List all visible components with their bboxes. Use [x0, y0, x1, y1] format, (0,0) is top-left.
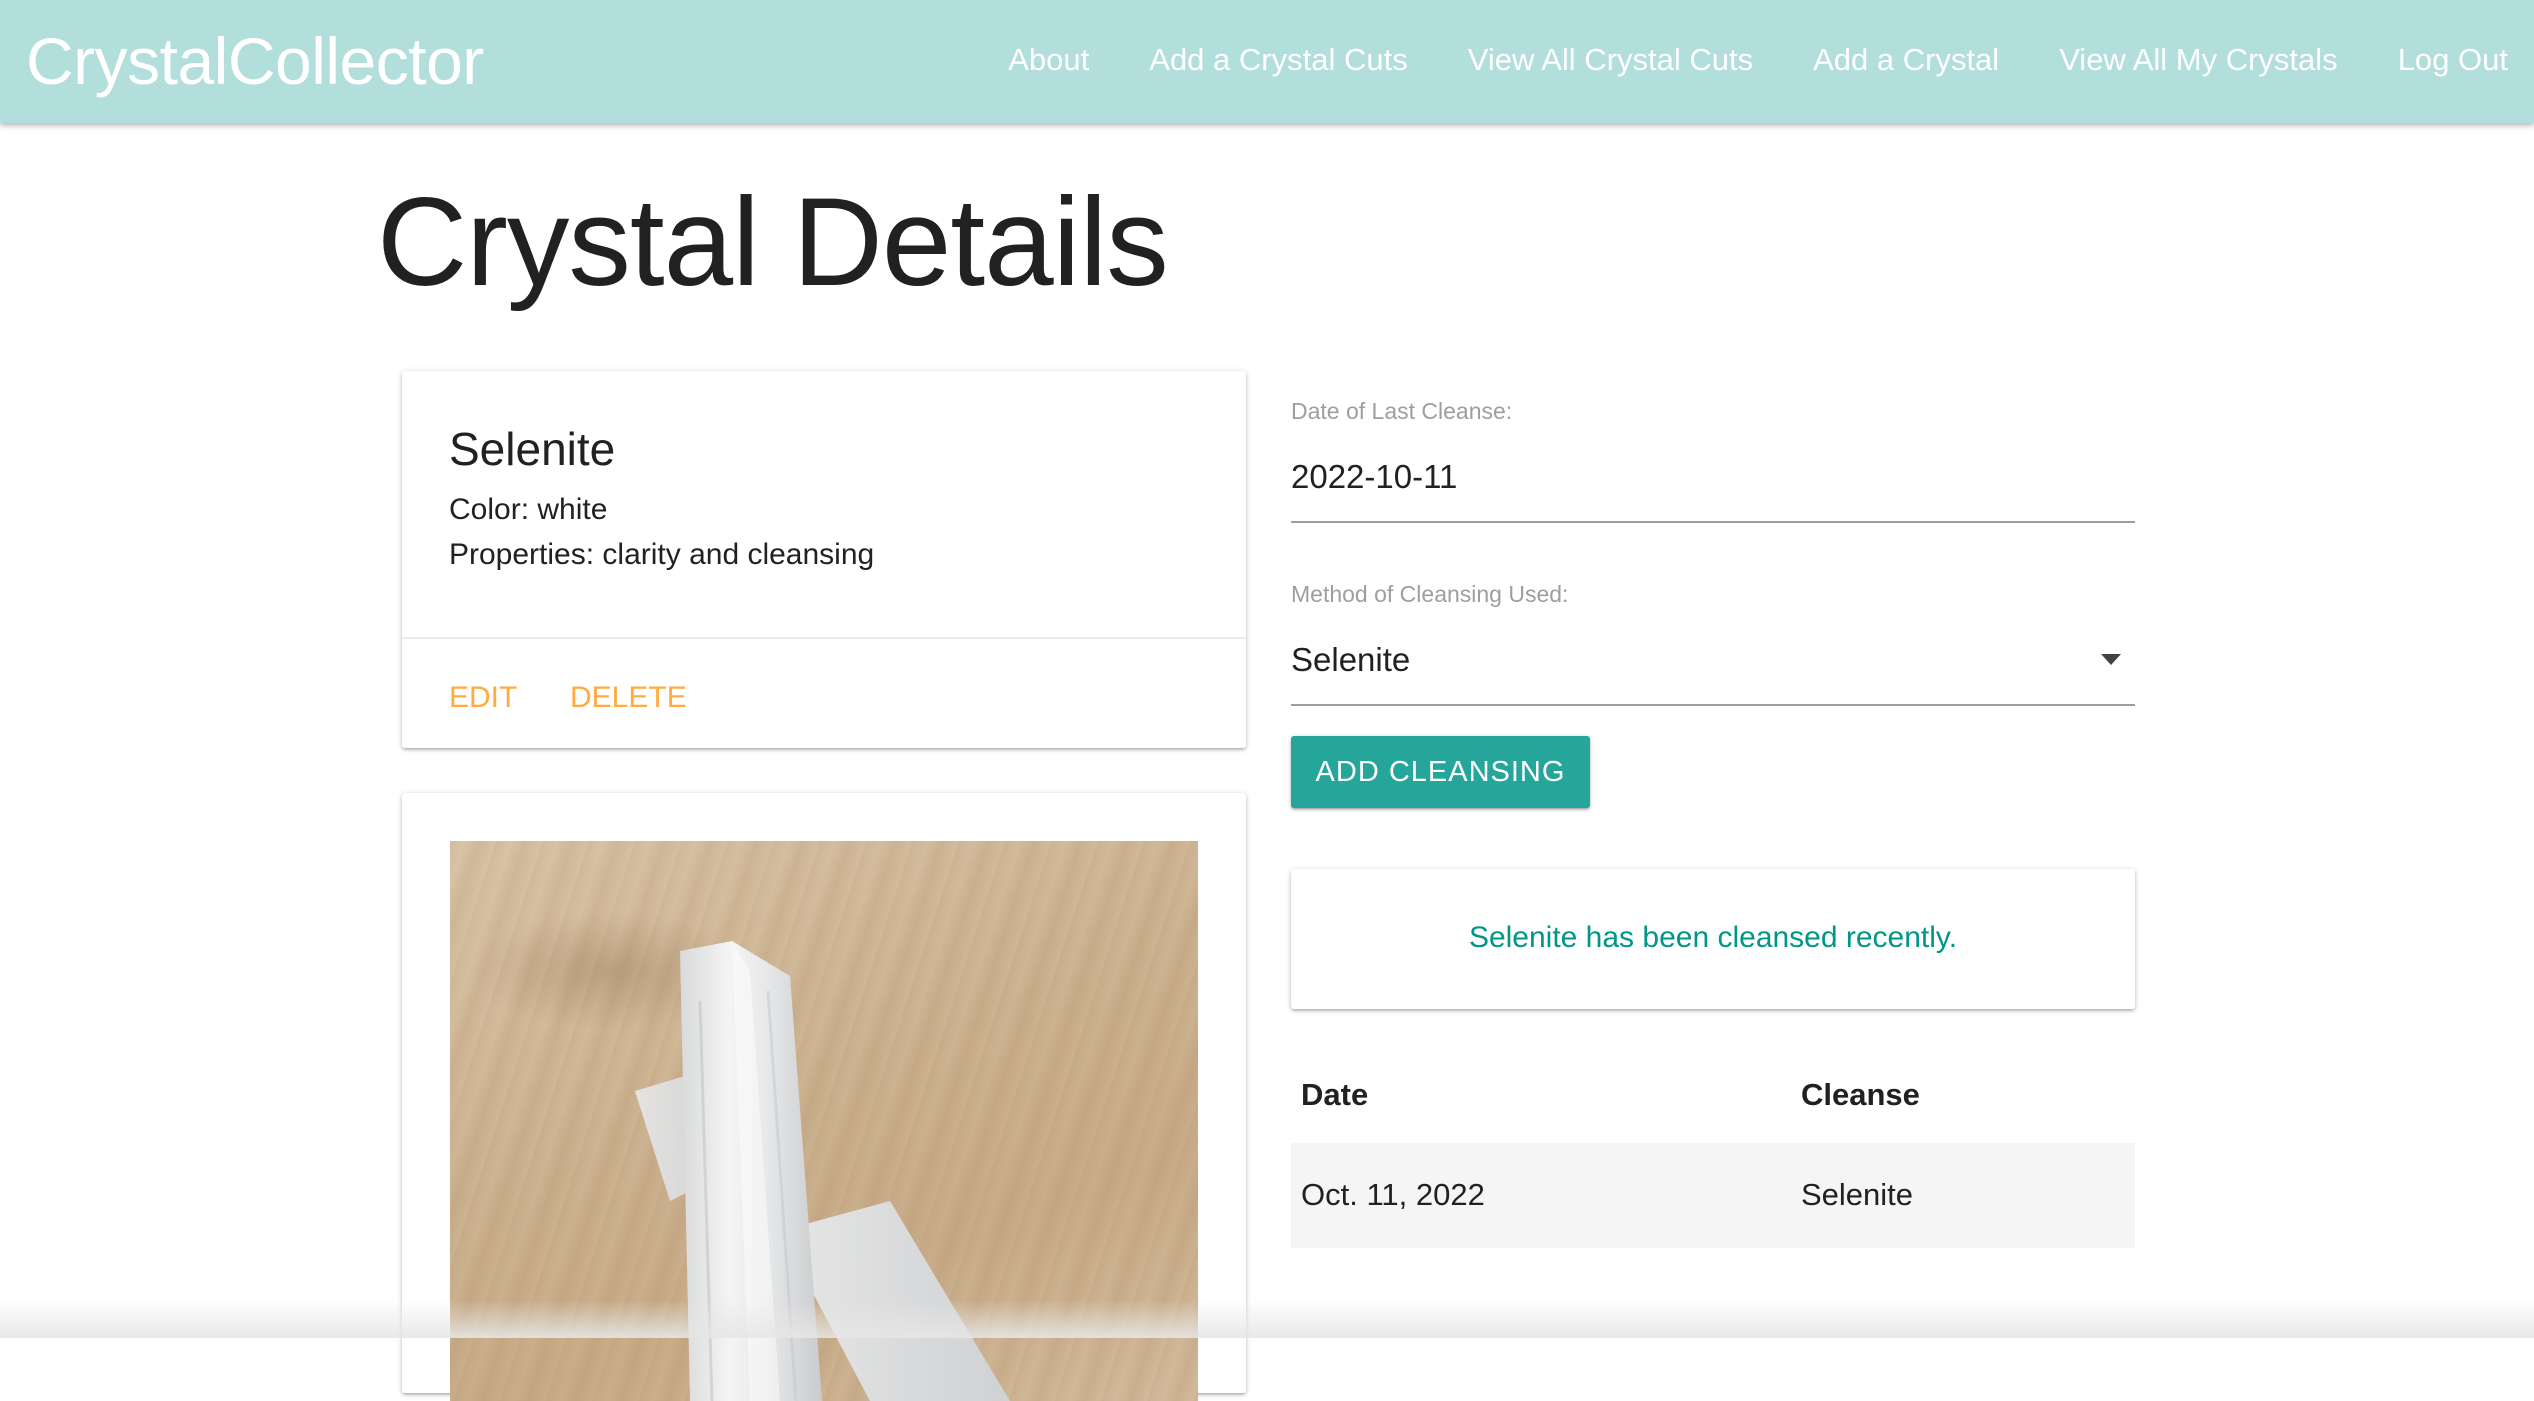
column-header-cleanse: Cleanse — [1801, 1077, 1920, 1112]
crystal-info-card: Selenite Color: white Properties: clarit… — [402, 371, 1246, 748]
card-action-divider — [402, 637, 1246, 639]
crystal-photo — [450, 841, 1198, 1401]
top-navbar: CrystalCollector About Add a Crystal Cut… — [0, 0, 2534, 123]
nav-link-add-crystal[interactable]: Add a Crystal — [1813, 38, 1999, 82]
crystal-info-content: Selenite Color: white Properties: clarit… — [449, 421, 1199, 577]
caret-down-icon — [2101, 654, 2121, 665]
crystal-name: Selenite — [449, 423, 616, 475]
cell-cleanse: Selenite — [1801, 1177, 1914, 1212]
nav-link-log-out[interactable]: Log Out — [2398, 38, 2508, 82]
crystal-properties: Properties: clarity and cleansing — [449, 538, 875, 571]
add-cleansing-button[interactable]: ADD CLEANSING — [1291, 736, 1590, 808]
date-last-cleanse-input[interactable]: 2022-10-11 — [1291, 455, 2135, 523]
selenite-crystal-image — [635, 941, 1010, 1401]
cleansing-history-table: Date Cleanse Oct. 11, 2022 Selenite — [1291, 1059, 2135, 1248]
crystal-photo-card — [402, 793, 1246, 1401]
cleansing-method-label: Method of Cleansing Used: — [1291, 581, 1569, 607]
bottom-scroll-fade — [0, 1300, 2534, 1338]
nav-link-add-crystal-cuts[interactable]: Add a Crystal Cuts — [1149, 38, 1407, 82]
cleanse-status-message: Selenite has been cleansed recently. — [1468, 921, 1958, 954]
cell-date: Oct. 11, 2022 — [1301, 1177, 1485, 1212]
nav-link-about[interactable]: About — [1008, 38, 1089, 82]
page-title: Crystal Details — [377, 173, 1169, 312]
cleansing-method-select[interactable]: Selenite — [1291, 638, 2135, 706]
cleanse-status-card: Selenite has been cleansed recently. — [1291, 869, 2135, 1009]
nav-link-view-all-crystal-cuts[interactable]: View All Crystal Cuts — [1468, 38, 1753, 82]
brand-logo[interactable]: CrystalCollector — [26, 22, 484, 100]
delete-link[interactable]: DELETE — [570, 676, 687, 720]
edit-link[interactable]: EDIT — [449, 676, 517, 720]
crystal-color: Color: white — [449, 493, 608, 526]
nav-link-view-all-my-crystals[interactable]: View All My Crystals — [2059, 38, 2338, 82]
table-header-row: Date Cleanse — [1291, 1059, 2135, 1143]
date-last-cleanse-label: Date of Last Cleanse: — [1291, 398, 1513, 424]
column-header-date: Date — [1301, 1077, 1369, 1112]
table-row: Oct. 11, 2022 Selenite — [1291, 1143, 2135, 1248]
nav-links: About Add a Crystal Cuts View All Crysta… — [1008, 38, 2508, 82]
cleansing-method-value: Selenite — [1291, 641, 1411, 678]
